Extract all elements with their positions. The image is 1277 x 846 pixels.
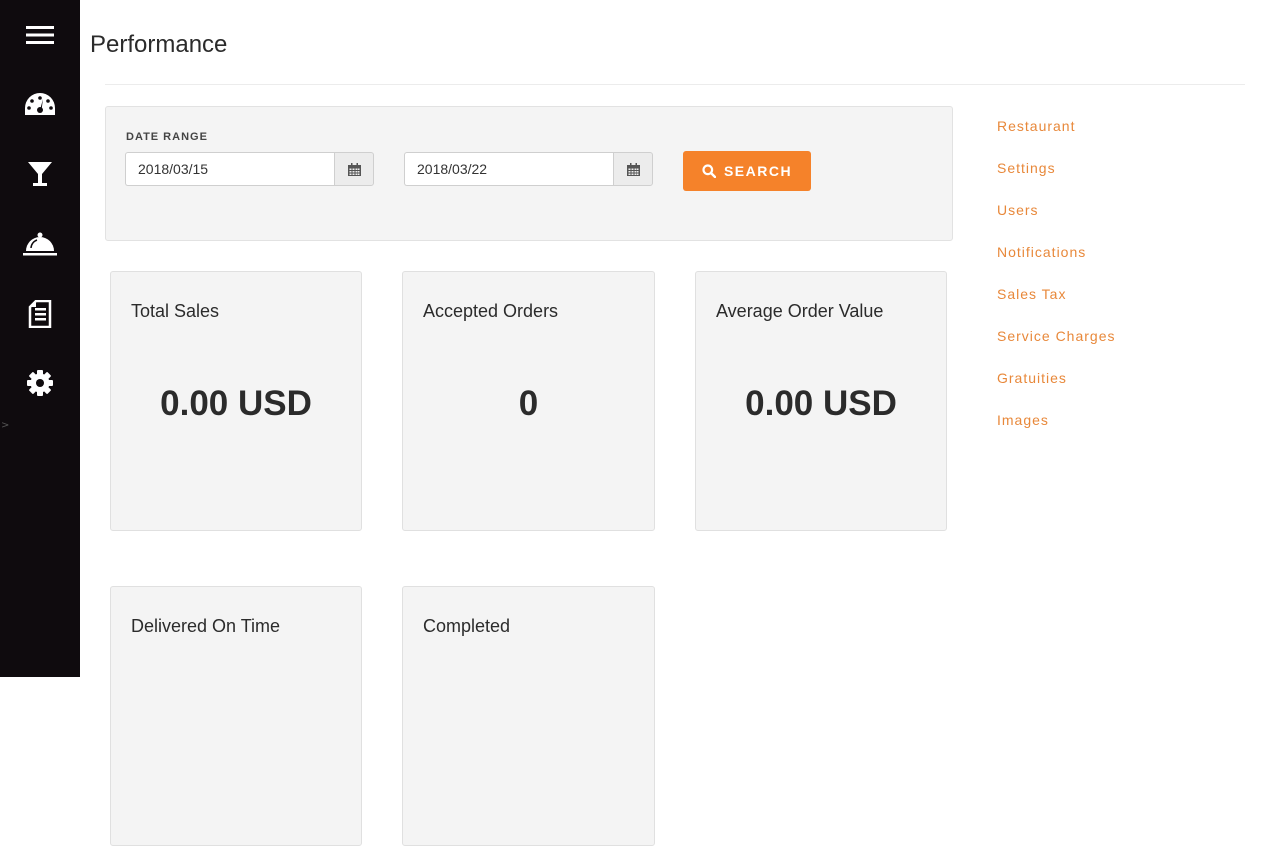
end-date-input[interactable] <box>404 152 613 186</box>
date-range-filter-panel: DATE RANGE SEARCH <box>105 106 953 241</box>
search-icon <box>702 164 716 178</box>
settings-nav-restaurant[interactable]: Restaurant <box>997 118 1116 160</box>
end-date-calendar-button[interactable] <box>613 152 653 186</box>
title-divider <box>105 84 1245 85</box>
metric-card-average-order-value: Average Order Value 0.00 USD <box>695 271 947 531</box>
settings-nav-images[interactable]: Images <box>997 412 1116 454</box>
search-button-label: SEARCH <box>723 163 793 179</box>
card-title: Delivered On Time <box>131 616 281 636</box>
settings-nav: Restaurant Settings Users Notifications … <box>997 118 1116 454</box>
calendar-icon <box>347 162 361 176</box>
metric-card-completed: Completed <box>402 586 655 846</box>
card-value: 0.00 USD <box>160 384 312 423</box>
settings-nav-users[interactable]: Users <box>997 202 1116 244</box>
card-title: Completed <box>423 616 511 636</box>
card-value: 0 <box>518 384 539 423</box>
settings-nav-gratuities[interactable]: Gratuities <box>997 370 1116 412</box>
cocktail-icon[interactable] <box>22 156 58 192</box>
metric-card-total-sales: Total Sales 0.00 USD <box>110 271 362 531</box>
page-title: Performance <box>90 31 228 58</box>
settings-nav-settings[interactable]: Settings <box>997 160 1116 202</box>
date-range-label: DATE RANGE <box>126 131 208 143</box>
start-date-calendar-button[interactable] <box>334 152 374 186</box>
settings-nav-service-charges[interactable]: Service Charges <box>997 328 1116 370</box>
sidebar: > <box>0 0 80 677</box>
dashboard-icon[interactable] <box>22 86 58 122</box>
cloche-icon[interactable] <box>22 226 58 262</box>
end-date-picker <box>404 152 653 186</box>
settings-nav-sales-tax[interactable]: Sales Tax <box>997 286 1116 328</box>
document-icon[interactable] <box>22 296 58 332</box>
metric-card-accepted-orders: Accepted Orders 0 <box>402 271 655 531</box>
start-date-picker <box>125 152 374 186</box>
card-value: 0.00 USD <box>745 384 897 423</box>
calendar-icon <box>626 162 640 176</box>
start-date-input[interactable] <box>125 152 334 186</box>
card-title: Average Order Value <box>716 301 884 321</box>
gear-icon[interactable] <box>22 365 58 401</box>
search-button[interactable]: SEARCH <box>683 151 811 191</box>
sidebar-expand-toggle[interactable]: > <box>1 420 9 431</box>
settings-nav-notifications[interactable]: Notifications <box>997 244 1116 286</box>
card-title: Accepted Orders <box>423 301 559 321</box>
card-title: Total Sales <box>131 301 220 321</box>
metric-card-delivered-on-time: Delivered On Time <box>110 586 362 846</box>
menu-icon[interactable] <box>22 17 58 53</box>
